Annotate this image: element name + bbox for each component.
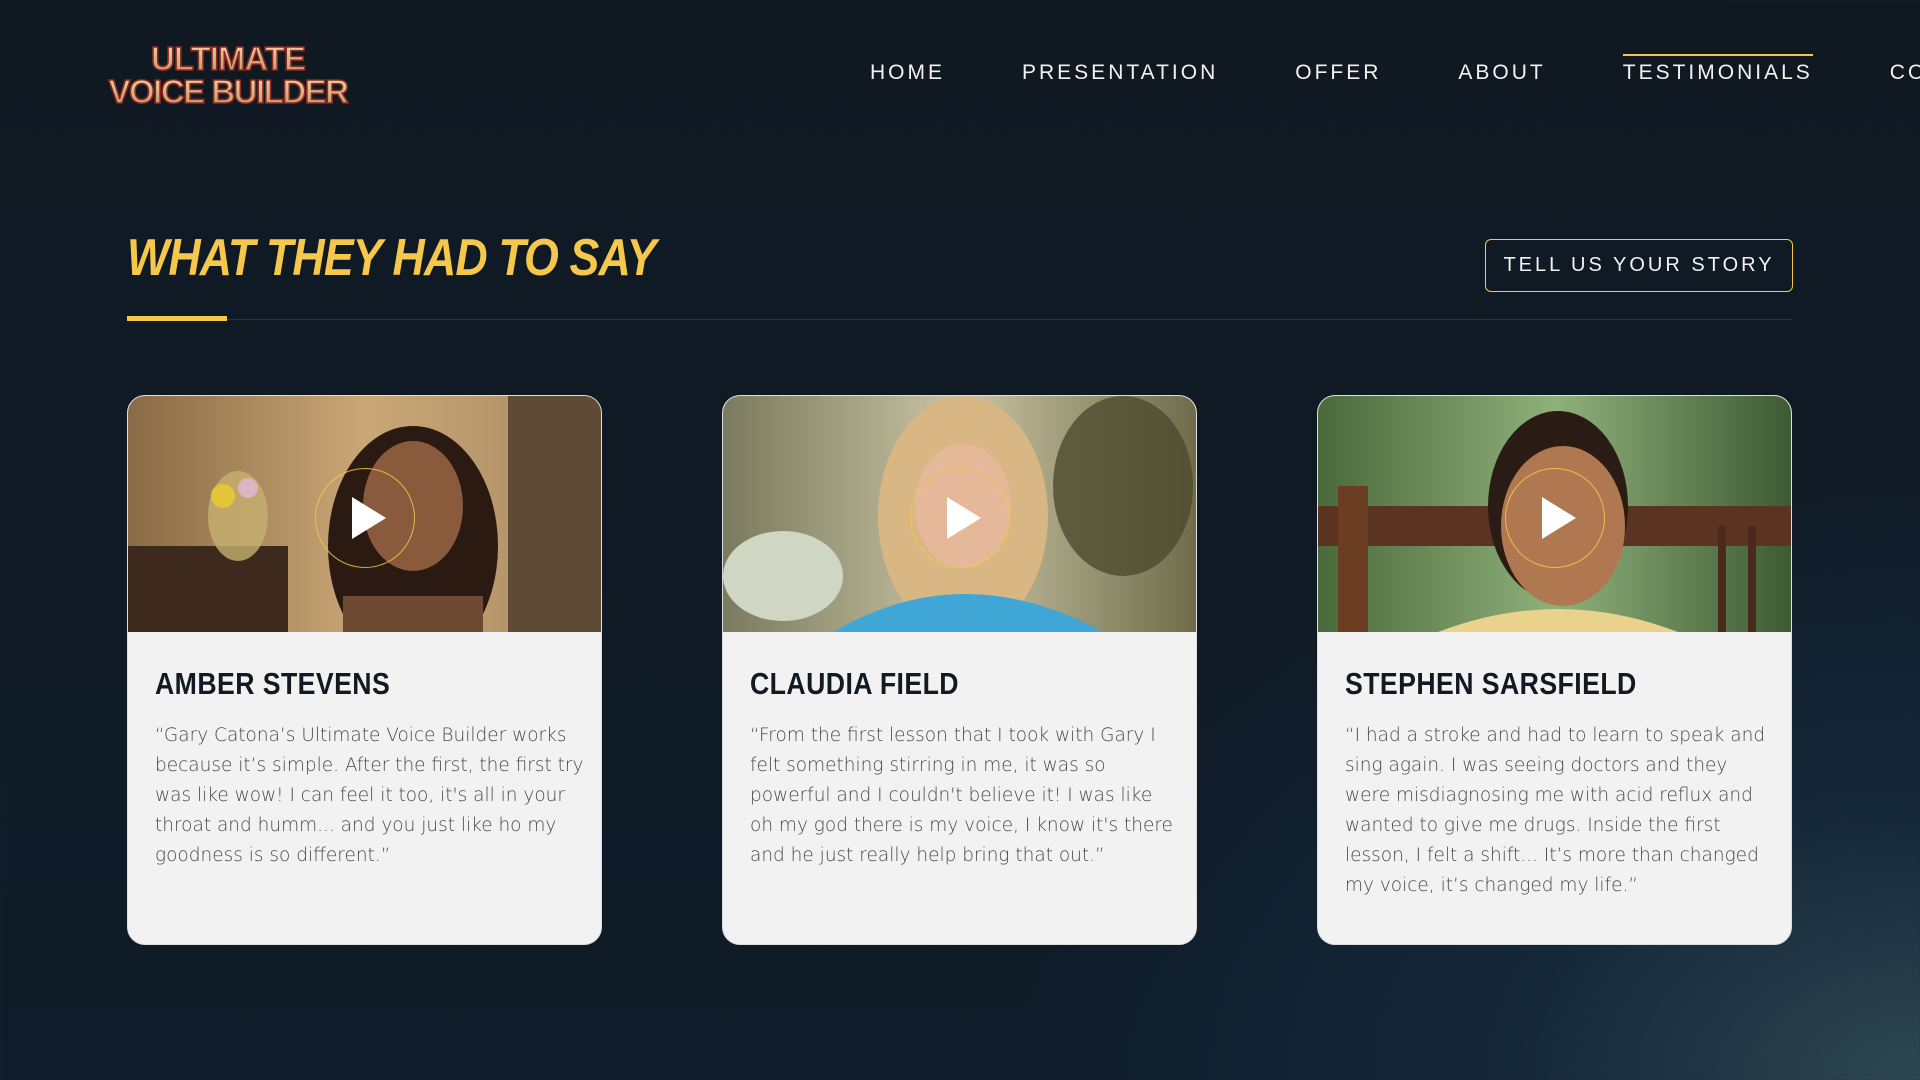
testimonial-card-stephen: STEPHEN SARSFIELD “I had a stroke and ha… [1317, 395, 1792, 945]
nav-home[interactable]: HOME [870, 56, 945, 90]
main-nav: HOME PRESENTATION OFFER ABOUT TESTIMONIA… [870, 54, 1920, 90]
play-button[interactable] [1505, 468, 1605, 568]
testimonial-quote: “I had a stroke and had to learn to spea… [1345, 725, 1766, 896]
testimonial-video-amber[interactable] [128, 396, 601, 632]
testimonial-card-claudia: CLAUDIA FIELD “From the first lesson tha… [722, 395, 1197, 945]
nav-connect[interactable]: CONNECT [1890, 56, 1920, 90]
nav-about[interactable]: ABOUT [1458, 56, 1545, 90]
testimonial-name: AMBER STEVENS [155, 666, 391, 701]
svg-text:ULTIMATE: ULTIMATE [151, 40, 305, 77]
logo-wordmark: ULTIMATE VOICE BUILDER [108, 39, 352, 111]
play-icon [352, 497, 386, 539]
testimonial-name: CLAUDIA FIELD [750, 666, 959, 701]
testimonial-name: STEPHEN SARSFIELD [1345, 666, 1637, 701]
title-accent-bar [127, 316, 227, 321]
nav-presentation[interactable]: PRESENTATION [1022, 56, 1218, 90]
testimonial-video-stephen[interactable] [1318, 396, 1791, 632]
play-button[interactable] [315, 468, 415, 568]
play-button[interactable] [910, 468, 1010, 568]
nav-testimonials[interactable]: TESTIMONIALS [1622, 54, 1813, 90]
brand-logo[interactable]: ULTIMATE VOICE BUILDER [96, 39, 361, 111]
site-header: ULTIMATE VOICE BUILDER HOME PRESENTATION… [0, 0, 1920, 150]
testimonial-video-claudia[interactable] [723, 396, 1196, 632]
nav-offer[interactable]: OFFER [1295, 56, 1381, 90]
section-divider [127, 319, 1793, 320]
play-icon [1542, 497, 1576, 539]
section-title: WHAT THEY HAD TO SAY [127, 229, 656, 287]
testimonial-card-amber: AMBER STEVENS “Gary Catona’s Ultimate Vo… [127, 395, 602, 945]
play-icon [947, 497, 981, 539]
testimonial-quote: “Gary Catona’s Ultimate Voice Builder wo… [155, 725, 584, 866]
testimonial-quote: “From the first lesson that I took with … [750, 725, 1173, 866]
tell-your-story-button[interactable]: TELL US YOUR STORY [1485, 239, 1793, 292]
svg-text:VOICE BUILDER: VOICE BUILDER [108, 73, 349, 108]
